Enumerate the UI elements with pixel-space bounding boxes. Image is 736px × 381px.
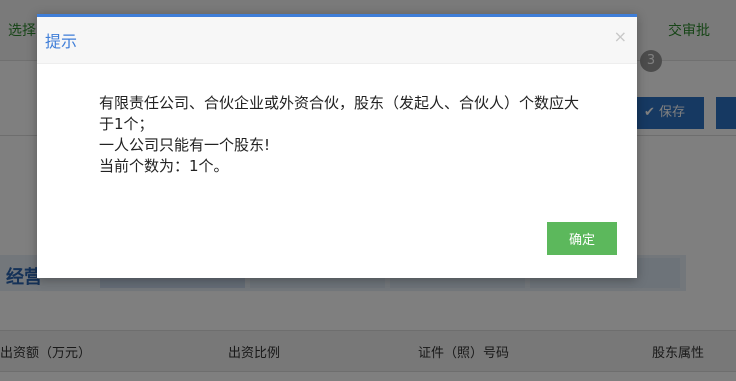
dialog-message: 有限责任公司、合伙企业或外资合伙，股东（发起人、合伙人）个数应大于1个； 一人公… xyxy=(99,93,579,177)
message-line: 当前个数为：1个。 xyxy=(99,157,229,175)
alert-dialog: 提示 × 有限责任公司、合伙企业或外资合伙，股东（发起人、合伙人）个数应大于1个… xyxy=(37,14,637,278)
dialog-header: 提示 × xyxy=(37,17,637,64)
confirm-button[interactable]: 确定 xyxy=(547,222,617,255)
close-icon[interactable]: × xyxy=(614,27,627,46)
message-line: 一人公司只能有一个股东! xyxy=(99,136,271,154)
message-line: 有限责任公司、合伙企业或外资合伙，股东（发起人、合伙人）个数应大于1个； xyxy=(99,94,580,133)
dialog-title: 提示 xyxy=(45,32,78,51)
